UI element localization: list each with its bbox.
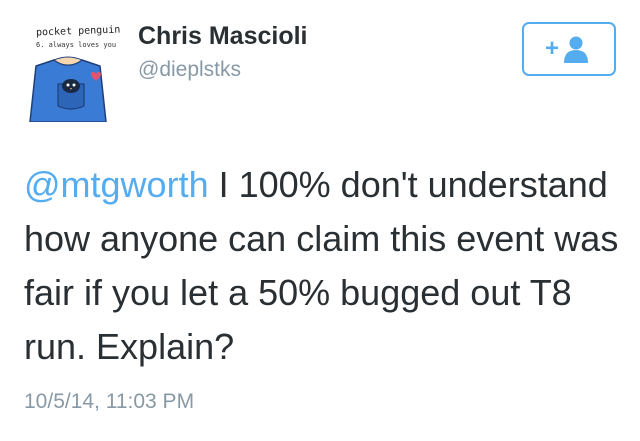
tweet-timestamp[interactable]: 10/5/14, 11:03 PM — [24, 390, 194, 414]
plus-sign: + — [545, 35, 559, 62]
user-handle[interactable]: @dieplstks — [138, 58, 241, 82]
follow-button[interactable]: + — [522, 22, 616, 76]
add-user-icon: + — [545, 35, 588, 63]
tweet-card: pocket penguin 6. always loves you Chris… — [0, 0, 640, 441]
mention-link[interactable]: @mtgworth — [24, 164, 209, 205]
avatar-caption-bottom: 6. always loves you — [36, 41, 117, 49]
user-display-name[interactable]: Chris Mascioli — [138, 22, 308, 51]
tweet-text: @mtgworth I 100% don't understand how an… — [24, 158, 624, 374]
avatar[interactable]: pocket penguin 6. always loves you — [14, 14, 122, 122]
